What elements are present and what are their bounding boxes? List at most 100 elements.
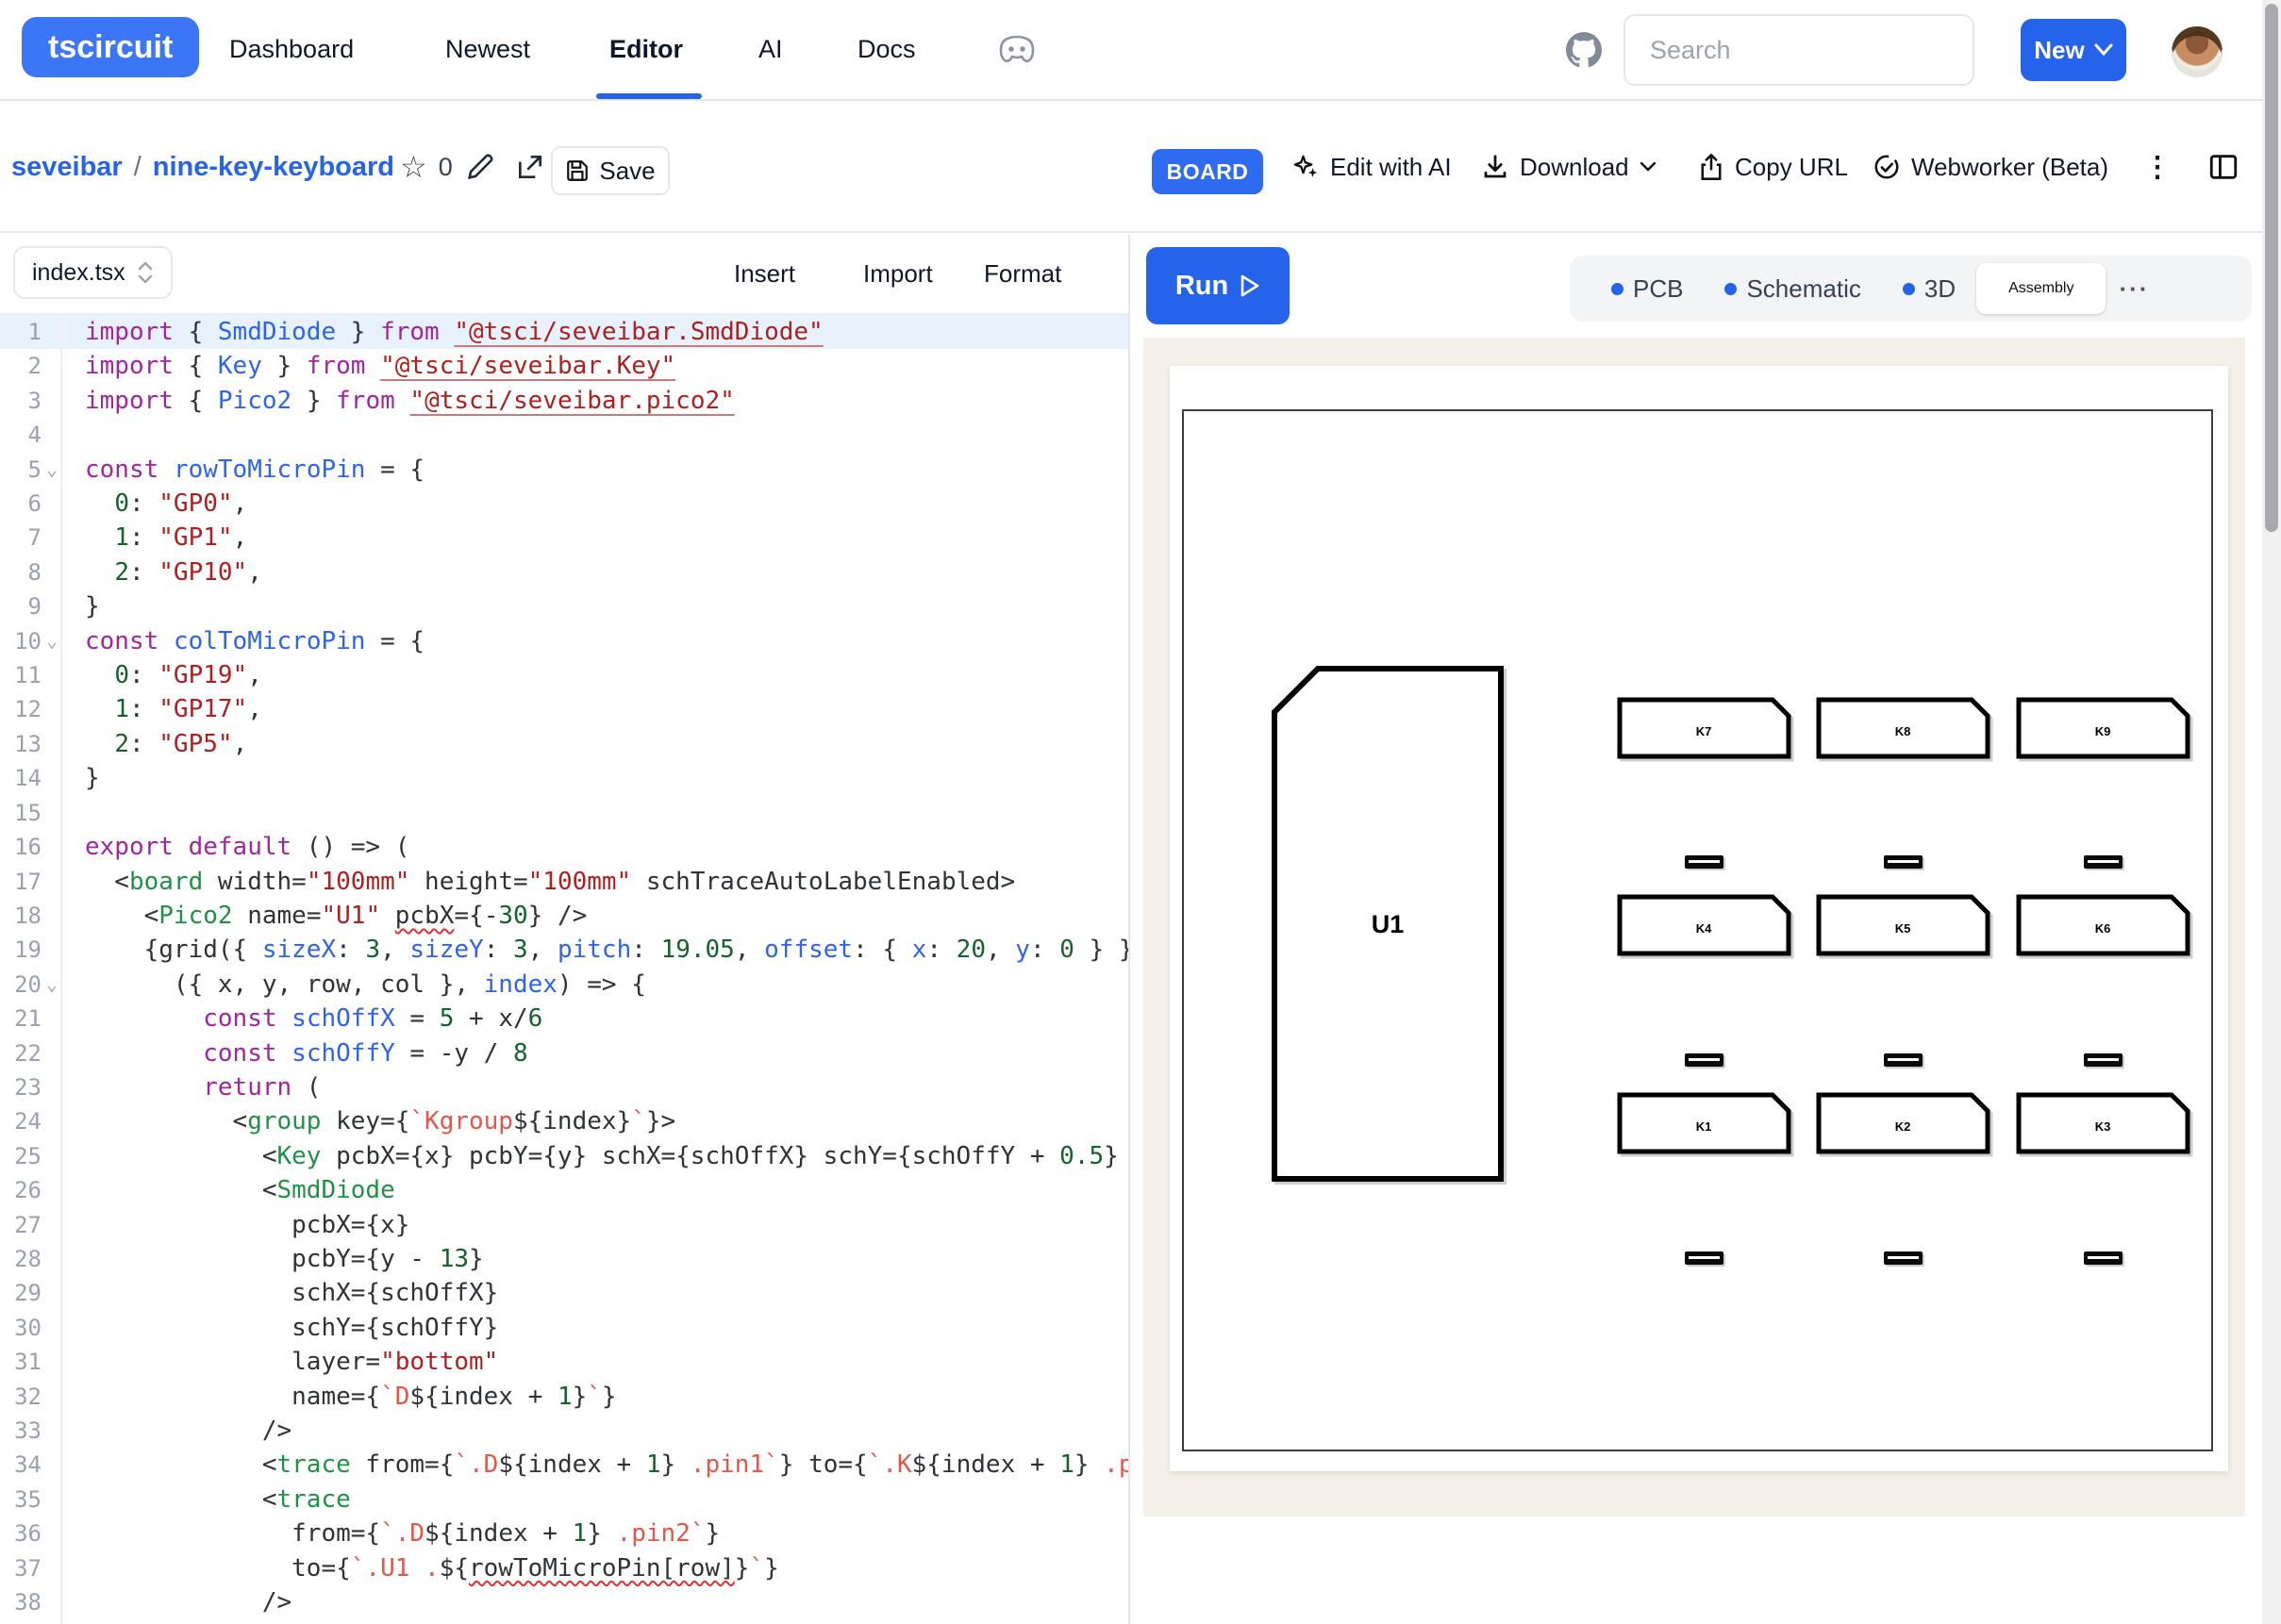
code-line-24[interactable]: 24 <group key={`Kgroup${index}`}>	[0, 1104, 1128, 1138]
code-line-8[interactable]: 8 2: "GP10",	[0, 555, 1128, 589]
code-line-2[interactable]: 2import { Key } from "@tsci/seveibar.Key…	[0, 349, 1128, 383]
code-line-12[interactable]: 12 1: "GP17",	[0, 692, 1128, 726]
tscircuit-logo[interactable]: tscircuit	[22, 17, 199, 77]
code-line-21[interactable]: 21 const schOffX = 5 + x/6	[0, 1002, 1128, 1036]
assembly-key-k6[interactable]: K6	[2016, 894, 2190, 956]
assembly-key-k8[interactable]: K8	[1816, 697, 1990, 759]
code-line-36[interactable]: 36 from={`.D${index + 1} .pin2`}	[0, 1516, 1128, 1550]
nav-item-editor[interactable]: Editor	[609, 0, 683, 99]
code-line-38[interactable]: 38 />	[0, 1585, 1128, 1619]
project-link[interactable]: nine-key-keyboard	[153, 152, 394, 183]
assembly-surface: U1 K7 K8 K9 K4	[1170, 366, 2228, 1471]
webworker-button[interactable]: Webworker (Beta)	[1873, 103, 2108, 231]
code-line-26[interactable]: 26 <SmdDiode	[0, 1173, 1128, 1207]
code-line-20[interactable]: 20⌄ ({ x, y, row, col }, index) => {	[0, 968, 1128, 1002]
board-badge[interactable]: BOARD	[1152, 149, 1263, 194]
tab-schematic[interactable]: Schematic	[1704, 256, 1881, 322]
code-line-17[interactable]: 17 <board width="100mm" height="100mm" s…	[0, 865, 1128, 899]
code-line-31[interactable]: 31 layer="bottom"	[0, 1345, 1128, 1379]
tabs-more-button[interactable]: ···	[2106, 274, 2149, 304]
assembly-diode[interactable]	[2084, 855, 2123, 869]
assembly-key-k5[interactable]: K5	[1816, 894, 1990, 956]
code-line-5[interactable]: 5⌄const rowToMicroPin = {	[0, 453, 1128, 487]
download-button[interactable]: Download	[1481, 103, 1657, 231]
code-line-27[interactable]: 27 pcbX={x}	[0, 1208, 1128, 1242]
fold-toggle-icon[interactable]: ⌄	[42, 453, 62, 487]
assembly-key-k3[interactable]: K3	[2016, 1092, 2190, 1154]
code-line-30[interactable]: 30 schY={schOffY}	[0, 1311, 1128, 1345]
code-line-19[interactable]: 19 {grid({ sizeX: 3, sizeY: 3, pitch: 19…	[0, 933, 1128, 967]
code-line-35[interactable]: 35 <trace	[0, 1483, 1128, 1516]
code-line-4[interactable]: 4	[0, 418, 1128, 452]
code-line-11[interactable]: 11 0: "GP19",	[0, 658, 1128, 692]
edit-with-ai-button[interactable]: Edit with AI	[1291, 103, 1452, 231]
code-line-3[interactable]: 3import { Pico2 } from "@tsci/seveibar.p…	[0, 384, 1128, 418]
more-options-button[interactable]: ⋮	[2143, 103, 2172, 231]
code-line-32[interactable]: 32 name={`D${index + 1}`}	[0, 1380, 1128, 1414]
fold-toggle-icon[interactable]: ⌄	[42, 624, 62, 658]
user-avatar[interactable]	[2172, 26, 2223, 77]
assembly-diode[interactable]	[1685, 855, 1723, 869]
code-line-1[interactable]: 1import { SmdDiode } from "@tsci/seveiba…	[0, 315, 1128, 349]
code-line-14[interactable]: 14}	[0, 761, 1128, 795]
rename-button[interactable]	[464, 103, 496, 231]
code-line-37[interactable]: 37 to={`.U1 .${rowToMicroPin[row]}`}	[0, 1551, 1128, 1585]
star-group[interactable]: ☆ 0	[400, 103, 453, 231]
tab-pcb[interactable]: PCB	[1590, 256, 1704, 322]
nav-item-ai[interactable]: AI	[758, 0, 783, 99]
nav-item-docs[interactable]: Docs	[857, 0, 916, 99]
nav-item-newest[interactable]: Newest	[445, 0, 530, 99]
assembly-diode[interactable]	[1685, 1053, 1723, 1067]
assembly-canvas[interactable]: U1 K7 K8 K9 K4	[1143, 338, 2245, 1516]
assembly-diode[interactable]	[2084, 1251, 2123, 1265]
owner-link[interactable]: seveibar	[11, 152, 123, 183]
assembly-diode[interactable]	[2084, 1053, 2123, 1067]
file-selector[interactable]: index.tsx	[13, 246, 173, 299]
code-line-25[interactable]: 25 <Key pcbX={x} pcbY={y} schX={schOffX}…	[0, 1139, 1128, 1173]
assembly-diode[interactable]	[1884, 1251, 1923, 1265]
code-editor[interactable]: 1import { SmdDiode } from "@tsci/seveiba…	[0, 315, 1128, 1624]
assembly-key-k4[interactable]: K4	[1617, 894, 1791, 956]
code-line-22[interactable]: 22 const schOffY = -y / 8	[0, 1036, 1128, 1070]
code-line-16[interactable]: 16export default () => (	[0, 830, 1128, 864]
save-button[interactable]: Save	[551, 146, 670, 195]
line-number: 2	[0, 349, 42, 383]
code-line-15[interactable]: 15	[0, 796, 1128, 830]
github-icon[interactable]	[1566, 32, 1602, 68]
tab-3d[interactable]: 3D	[1882, 256, 1976, 322]
new-button[interactable]: New	[2021, 19, 2126, 81]
menu-insert[interactable]: Insert	[734, 235, 795, 313]
code-line-29[interactable]: 29 schX={schOffX}	[0, 1276, 1128, 1310]
assembly-key-k9[interactable]: K9	[2016, 697, 2190, 759]
code-line-6[interactable]: 6 0: "GP0",	[0, 487, 1128, 521]
open-external-button[interactable]	[515, 103, 545, 231]
code-line-34[interactable]: 34 <trace from={`.D${index + 1} .pin1`} …	[0, 1448, 1128, 1482]
toggle-panel-button[interactable]	[2207, 103, 2239, 231]
code-line-9[interactable]: 9}	[0, 589, 1128, 623]
code-line-23[interactable]: 23 return (	[0, 1070, 1128, 1104]
assembly-diode[interactable]	[1685, 1251, 1723, 1265]
code-line-28[interactable]: 28 pcbY={y - 13}	[0, 1242, 1128, 1276]
assembly-key-k7[interactable]: K7	[1617, 697, 1791, 759]
line-number: 23	[0, 1070, 42, 1104]
assembly-diode[interactable]	[1884, 1053, 1923, 1067]
menu-import[interactable]: Import	[863, 235, 933, 313]
code-line-18[interactable]: 18 <Pico2 name="U1" pcbX={-30} />	[0, 899, 1128, 933]
assembly-component-u1[interactable]: U1	[1271, 665, 1505, 1183]
assembly-diode[interactable]	[1884, 855, 1923, 869]
code-line-13[interactable]: 13 2: "GP5",	[0, 727, 1128, 761]
copy-url-button[interactable]: Copy URL	[1698, 103, 1848, 231]
assembly-key-k1[interactable]: K1	[1617, 1092, 1791, 1154]
code-line-10[interactable]: 10⌄const colToMicroPin = {	[0, 624, 1128, 658]
code-line-7[interactable]: 7 1: "GP1",	[0, 521, 1128, 555]
run-button[interactable]: Run	[1146, 247, 1290, 324]
nav-item-dashboard[interactable]: Dashboard	[229, 0, 354, 99]
code-line-33[interactable]: 33 />	[0, 1414, 1128, 1448]
search-input[interactable]	[1650, 36, 1962, 65]
menu-format[interactable]: Format	[984, 235, 1061, 313]
discord-icon[interactable]	[998, 34, 1036, 66]
fold-toggle-icon[interactable]: ⌄	[42, 968, 62, 1002]
assembly-key-k2[interactable]: K2	[1816, 1092, 1990, 1154]
tab-assembly[interactable]: Assembly	[1976, 263, 2106, 314]
page-scrollbar-thumb[interactable]	[2265, 4, 2278, 532]
